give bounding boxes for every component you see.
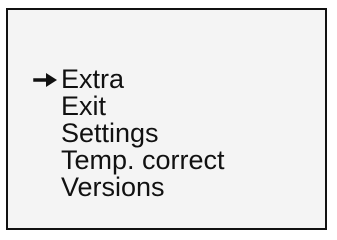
menu-item-exit[interactable]: Exit <box>32 93 225 120</box>
menu-item-temp-correct[interactable]: Temp. correct <box>32 147 225 174</box>
menu-list: Extra Exit Settings Temp. correct Versio… <box>32 66 225 201</box>
device-display: Extra Exit Settings Temp. correct Versio… <box>6 8 327 230</box>
menu-item-label: Settings <box>61 118 159 148</box>
menu-item-extra[interactable]: Extra <box>32 66 225 93</box>
menu-item-settings[interactable]: Settings <box>32 120 225 147</box>
menu-item-versions[interactable]: Versions <box>32 174 225 201</box>
arrow-right-icon <box>32 69 60 91</box>
menu-item-label: Exit <box>61 91 107 121</box>
menu-item-label: Versions <box>61 172 165 202</box>
menu-item-label: Extra <box>61 64 125 94</box>
menu-item-label: Temp. correct <box>61 145 225 175</box>
